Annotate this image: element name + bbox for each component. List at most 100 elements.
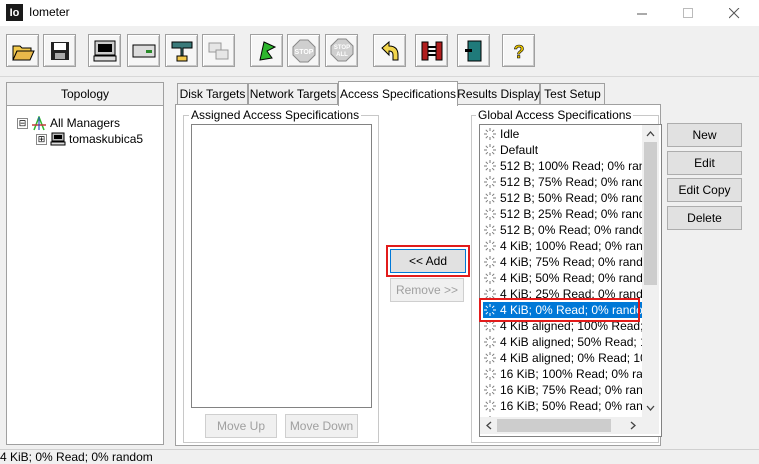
stop-all-label-2: ALL [336, 52, 348, 58]
assigned-specs-list[interactable] [191, 124, 372, 408]
duplicate-worker-button[interactable] [202, 34, 235, 67]
global-spec-item[interactable]: 512 B; 25% Read; 0% random [483, 206, 645, 222]
save-config-button[interactable] [43, 34, 76, 67]
global-spec-item[interactable]: 512 B; 100% Read; 0% random [483, 158, 645, 174]
status-bar: 4 KiB; 0% Read; 0% random [0, 449, 759, 464]
global-spec-label: Idle [500, 127, 520, 141]
global-spec-label: 512 B; 0% Read; 0% random [500, 223, 645, 237]
vertical-scroll-thumb[interactable] [644, 142, 657, 285]
horizontal-scroll-thumb[interactable] [497, 419, 611, 432]
global-spec-label: 4 KiB aligned; 0% Read; 100% [500, 351, 645, 365]
reset-workers-button[interactable] [373, 34, 406, 67]
access-spec-icon [484, 352, 496, 364]
access-spec-icon [484, 336, 496, 348]
access-spec-icon [484, 128, 496, 140]
computer-icon [93, 40, 116, 61]
global-spec-label: 512 B; 100% Read; 0% random [500, 159, 645, 173]
access-spec-icon [484, 176, 496, 188]
new-button[interactable]: New [667, 123, 742, 147]
new-disk-worker-button[interactable] [127, 34, 160, 67]
global-spec-item[interactable]: 512 B; 50% Read; 0% random [483, 190, 645, 206]
global-spec-item[interactable]: 4 KiB; 75% Read; 0% random [483, 254, 645, 270]
scroll-right-icon[interactable] [626, 417, 640, 434]
move-up-button[interactable]: Move Up [205, 414, 277, 438]
global-spec-item[interactable]: Idle [483, 126, 645, 142]
stop-button[interactable]: STOP [287, 34, 320, 67]
disk-worker-icon [132, 44, 155, 57]
collapse-expander[interactable]: ⊟ [17, 117, 28, 129]
access-spec-icon [484, 160, 496, 172]
global-specs-list[interactable]: Idle Default 512 B; 100% Read; 0% random 51… [479, 124, 662, 437]
exit-button[interactable] [457, 34, 490, 67]
about-button[interactable]: ? [502, 34, 535, 67]
disconnect-icon [421, 41, 442, 60]
global-spec-item[interactable]: 4 KiB aligned; 0% Read; 100% [483, 350, 645, 366]
close-button[interactable] [711, 0, 757, 26]
scroll-down-icon[interactable] [642, 401, 659, 415]
about-label: ? [513, 42, 524, 62]
access-spec-icon [484, 208, 496, 220]
global-spec-item[interactable]: 16 KiB; 75% Read; 0% random [483, 382, 645, 398]
access-spec-icon [484, 272, 496, 284]
access-spec-icon [484, 256, 496, 268]
vertical-scrollbar[interactable] [642, 125, 659, 417]
minimize-button[interactable] [619, 0, 665, 26]
global-spec-item[interactable]: 16 KiB; 100% Read; 0% random [483, 366, 645, 382]
global-spec-item[interactable]: 4 KiB aligned; 50% Read; 100 [483, 334, 645, 350]
question-mark-icon: ? [513, 41, 525, 62]
global-spec-item[interactable]: 4 KiB; 50% Read; 0% random [483, 270, 645, 286]
stop-sign-icon: STOP [292, 39, 315, 62]
add-button-highlight [386, 245, 470, 277]
global-spec-label: 4 KiB; 50% Read; 0% random [500, 271, 645, 285]
new-network-worker-button[interactable] [165, 34, 198, 67]
edit-button[interactable]: Edit [667, 151, 742, 175]
computer-icon [50, 132, 66, 146]
tree-item-manager[interactable]: ⊞ tomaskubica5 [36, 131, 143, 147]
disconnect-managers-button[interactable] [415, 34, 448, 67]
duplicate-icon [208, 42, 228, 59]
move-down-button[interactable]: Move Down [285, 414, 358, 438]
remove-button[interactable]: Remove >> [390, 278, 464, 302]
expand-expander[interactable]: ⊞ [36, 133, 47, 145]
global-spec-item[interactable]: Default [483, 142, 645, 158]
topology-tree[interactable]: ⊟ All Managers ⊞ tomaskubica5 [6, 105, 164, 445]
global-spec-label: 512 B; 50% Read; 0% random [500, 191, 645, 205]
stop-all-label-1: STOP [333, 45, 349, 51]
edit-copy-button[interactable]: Edit Copy [667, 178, 742, 202]
tab-disk-targets[interactable]: Disk Targets [177, 83, 248, 104]
global-spec-item[interactable]: 512 B; 0% Read; 0% random [483, 222, 645, 238]
green-flag-icon [258, 40, 276, 61]
global-spec-item[interactable]: 4 KiB; 100% Read; 0% random [483, 238, 645, 254]
tab-access-specifications[interactable]: Access Specifications [338, 81, 458, 106]
folder-open-icon [11, 45, 35, 60]
status-text: 4 KiB; 0% Read; 0% random [0, 450, 153, 464]
global-spec-label: 4 KiB; 100% Read; 0% random [500, 239, 645, 253]
access-spec-icon [484, 384, 496, 396]
tab-results-display[interactable]: Results Display [457, 83, 540, 104]
stop-sign-label: STOP [294, 49, 313, 56]
scroll-up-icon[interactable] [642, 127, 659, 141]
global-spec-label: 512 B; 75% Read; 0% random [500, 175, 645, 189]
global-spec-label: 512 B; 25% Read; 0% random [500, 207, 645, 221]
access-spec-icon [484, 240, 496, 252]
open-config-button[interactable] [6, 34, 39, 67]
delete-button[interactable]: Delete [667, 206, 742, 230]
global-spec-item[interactable]: 512 B; 75% Read; 0% random [483, 174, 645, 190]
global-spec-item[interactable]: 16 KiB; 50% Read; 0% random [483, 398, 645, 414]
stop-all-button[interactable]: STOP ALL [325, 34, 358, 67]
maximize-button[interactable] [665, 0, 711, 26]
horizontal-scrollbar[interactable] [480, 417, 659, 434]
global-spec-label: Default [500, 143, 539, 157]
new-worker-button[interactable] [88, 34, 121, 67]
tab-test-setup[interactable]: Test Setup [540, 83, 605, 104]
scroll-left-icon[interactable] [482, 417, 496, 434]
minimize-icon [636, 13, 647, 14]
tree-item-all-managers[interactable]: ⊟ All Managers [17, 115, 120, 131]
toolbar: STOP STOP ALL ? [0, 26, 759, 77]
tab-network-targets[interactable]: Network Targets [248, 83, 338, 104]
global-spec-label: 4 KiB aligned; 50% Read; 100 [500, 335, 645, 349]
reset-arrow-icon [380, 40, 398, 60]
start-tests-button[interactable] [250, 34, 283, 67]
floppy-disk-icon [50, 41, 69, 60]
global-spec-label: 16 KiB; 100% Read; 0% random [500, 367, 645, 381]
